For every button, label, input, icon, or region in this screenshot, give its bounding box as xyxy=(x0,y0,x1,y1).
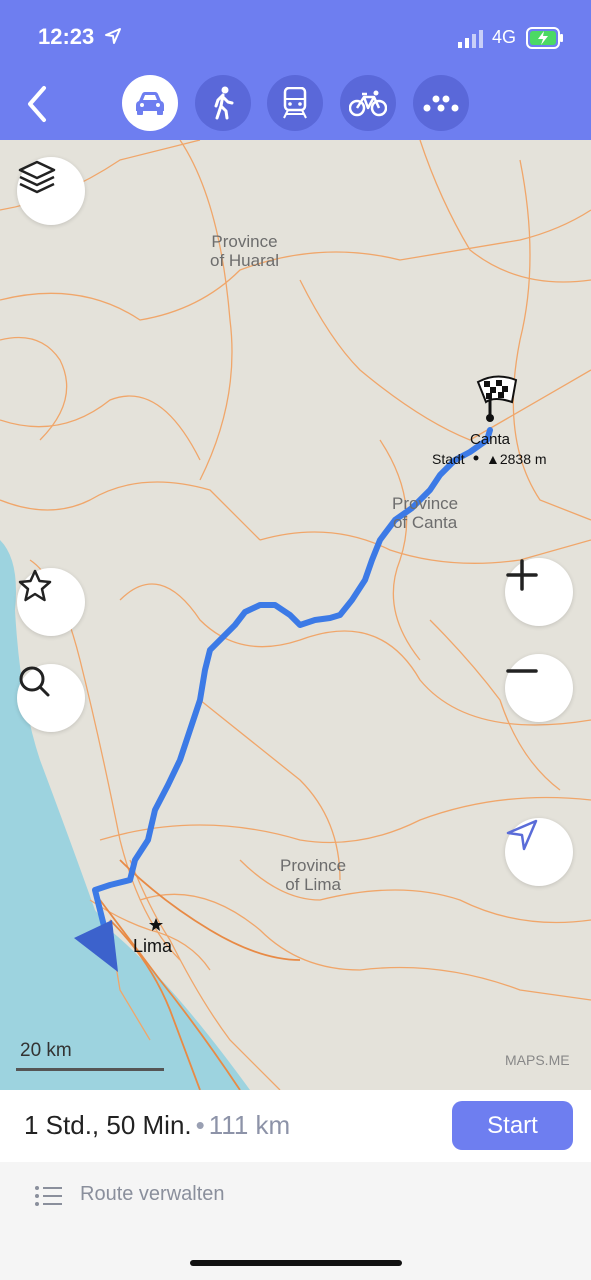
minus-icon xyxy=(506,669,538,673)
label-lima: Lima xyxy=(133,936,173,956)
scale-label: 20 km xyxy=(20,1040,72,1061)
layers-button[interactable] xyxy=(17,157,85,225)
mode-ruler-button[interactable] xyxy=(413,75,469,131)
bicycle-icon xyxy=(349,90,387,117)
map-attribution: MAPS.ME xyxy=(505,1052,570,1068)
route-distance: 111 km xyxy=(208,1110,291,1140)
map-canvas xyxy=(0,140,591,1090)
home-indicator[interactable] xyxy=(190,1260,402,1266)
label-province-huaral: Province of Huaral xyxy=(210,232,279,270)
car-icon xyxy=(136,92,164,115)
label-elevation: ▲2838 m xyxy=(486,451,547,467)
list-icon xyxy=(35,1186,62,1206)
zoom-out-button[interactable] xyxy=(505,654,573,722)
route-duration: 1 Std., 50 Min. xyxy=(24,1110,192,1140)
label-stadt: Stadt xyxy=(432,451,465,467)
location-services-icon xyxy=(105,28,121,44)
start-button[interactable]: Start xyxy=(452,1101,573,1150)
label-canta: Canta xyxy=(470,431,511,448)
star-icon xyxy=(18,569,52,602)
canta-city-dot xyxy=(473,455,479,461)
bookmarks-button[interactable] xyxy=(17,568,85,636)
plus-icon xyxy=(506,559,538,591)
mode-transit-button[interactable] xyxy=(267,75,323,131)
label-province-lima: Province of Lima xyxy=(280,856,347,894)
search-icon xyxy=(19,666,50,697)
back-chevron-icon[interactable] xyxy=(20,84,54,124)
cellular-signal-icon xyxy=(458,30,483,48)
pedestrian-icon xyxy=(214,86,234,120)
ruler-dots-icon xyxy=(423,95,459,112)
navigation-arrow-icon xyxy=(506,819,538,851)
top-bar: 12:23 4G xyxy=(0,0,591,140)
scale-bar xyxy=(16,1068,164,1071)
network-type: 4G xyxy=(492,27,517,47)
label-province-canta: Province of Canta xyxy=(392,494,459,532)
route-separator: • xyxy=(195,1110,205,1140)
my-location-button[interactable] xyxy=(505,818,573,886)
map-view[interactable]: Province of Huaral Province of Canta Pro… xyxy=(0,140,591,1090)
mode-bike-button[interactable] xyxy=(340,75,396,131)
layers-icon xyxy=(18,160,56,194)
mode-car-button[interactable] xyxy=(122,75,178,131)
status-time: 12:23 xyxy=(38,24,95,49)
route-summary: 1 Std., 50 Min. • 111 km xyxy=(24,1110,290,1141)
zoom-in-button[interactable] xyxy=(505,558,573,626)
manage-route-label[interactable]: Route verwalten xyxy=(80,1183,225,1206)
train-icon xyxy=(283,87,307,119)
battery-charging-icon xyxy=(526,27,563,49)
mode-walk-button[interactable] xyxy=(195,75,251,131)
search-button[interactable] xyxy=(17,664,85,732)
